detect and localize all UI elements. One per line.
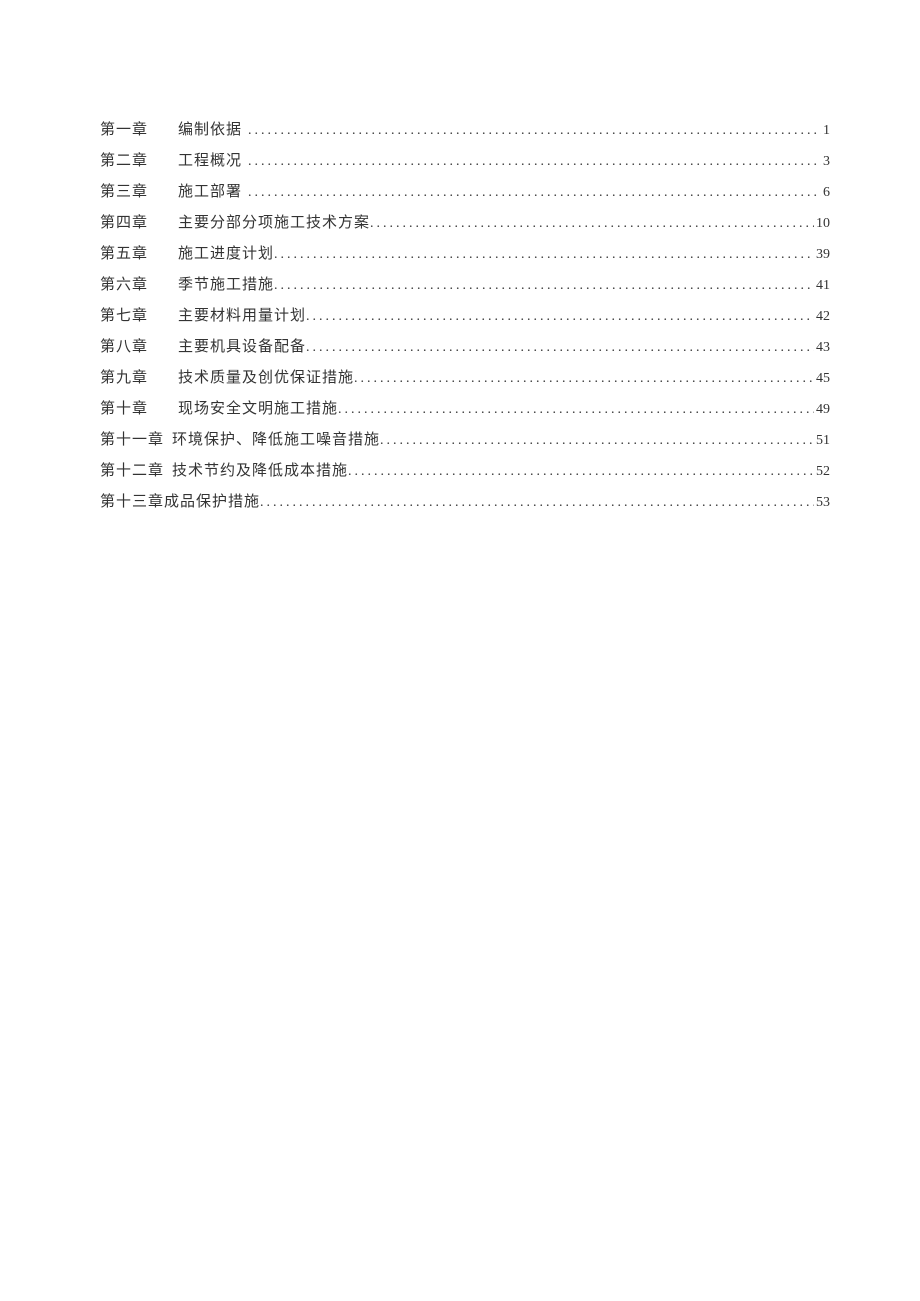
toc-title: 施工部署	[178, 177, 242, 208]
toc-entry: 第十章现场安全文明施工措施 49	[100, 394, 830, 425]
toc-leader-dots	[306, 332, 814, 363]
toc-page-number: 51	[814, 425, 830, 456]
toc-title: 工程概况	[178, 146, 242, 177]
toc-chapter: 第十章	[100, 394, 148, 425]
toc-title: 技术节约及降低成本措施	[172, 456, 348, 487]
toc-entry: 第二章工程概况 3	[100, 146, 830, 177]
toc-chapter: 第四章	[100, 208, 148, 239]
toc-page-number: 53	[814, 487, 830, 518]
toc-title: 主要机具设备配备	[178, 332, 306, 363]
toc-leader-dots	[274, 239, 814, 270]
toc-leader-dots	[248, 146, 821, 177]
toc-leader-dots	[370, 208, 814, 239]
toc-entry: 第七章主要材料用量计划 42	[100, 301, 830, 332]
toc-page-number: 10	[814, 208, 830, 239]
toc-entry: 第六章季节施工措施 41	[100, 270, 830, 301]
toc-chapter: 第十三章成品保护措施	[100, 487, 260, 518]
toc-chapter: 第七章	[100, 301, 148, 332]
toc-title: 现场安全文明施工措施	[178, 394, 338, 425]
toc-title: 主要材料用量计划	[178, 301, 306, 332]
toc-chapter: 第十一章	[100, 425, 164, 456]
toc-page-number: 1	[821, 115, 830, 146]
toc-entry: 第五章施工进度计划 39	[100, 239, 830, 270]
toc-title: 季节施工措施	[178, 270, 274, 301]
toc-chapter: 第十二章	[100, 456, 164, 487]
toc-entry: 第十一章环境保护、降低施工噪音措施 51	[100, 425, 830, 456]
toc-page-number: 49	[814, 394, 830, 425]
toc-leader-dots	[354, 363, 814, 394]
toc-page-number: 52	[814, 456, 830, 487]
toc-chapter: 第五章	[100, 239, 148, 270]
toc-page-number: 41	[814, 270, 830, 301]
toc-page-number: 45	[814, 363, 830, 394]
toc-leader-dots	[260, 487, 814, 518]
toc-title: 施工进度计划	[178, 239, 274, 270]
toc-title: 编制依据	[178, 115, 242, 146]
toc-leader-dots	[306, 301, 814, 332]
toc-chapter: 第六章	[100, 270, 148, 301]
toc-page-number: 42	[814, 301, 830, 332]
toc-leader-dots	[380, 425, 814, 456]
toc-chapter: 第九章	[100, 363, 148, 394]
toc-chapter: 第八章	[100, 332, 148, 363]
toc-chapter: 第三章	[100, 177, 148, 208]
toc-title: 环境保护、降低施工噪音措施	[172, 425, 380, 456]
toc-title: 技术质量及创优保证措施	[178, 363, 354, 394]
toc-entry: 第十三章成品保护措施 53	[100, 487, 830, 518]
table-of-contents: 第一章编制依据 1 第二章工程概况 3 第三章施工部署 6 第四章主要分部分项施工技术方案 1…	[100, 115, 830, 518]
toc-page-number: 6	[821, 177, 830, 208]
toc-leader-dots	[338, 394, 814, 425]
toc-page-number: 3	[821, 146, 830, 177]
toc-entry: 第九章技术质量及创优保证措施 45	[100, 363, 830, 394]
toc-entry: 第四章主要分部分项施工技术方案 10	[100, 208, 830, 239]
toc-page-number: 39	[814, 239, 830, 270]
toc-entry: 第十二章技术节约及降低成本措施 52	[100, 456, 830, 487]
toc-title: 主要分部分项施工技术方案	[178, 208, 370, 239]
toc-page-number: 43	[814, 332, 830, 363]
toc-leader-dots	[348, 456, 814, 487]
toc-leader-dots	[274, 270, 814, 301]
toc-chapter: 第一章	[100, 115, 148, 146]
toc-entry: 第三章施工部署 6	[100, 177, 830, 208]
toc-leader-dots	[248, 115, 821, 146]
toc-entry: 第一章编制依据 1	[100, 115, 830, 146]
toc-entry: 第八章主要机具设备配备 43	[100, 332, 830, 363]
toc-leader-dots	[248, 177, 821, 208]
toc-chapter: 第二章	[100, 146, 148, 177]
